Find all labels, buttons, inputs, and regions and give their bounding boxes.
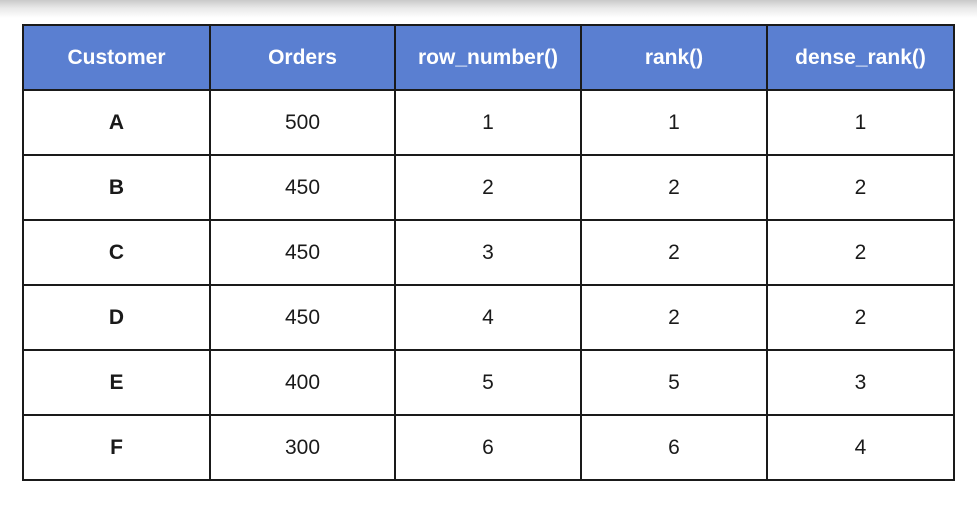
ranking-comparison-table: Customer Orders row_number() rank() dens… [22, 24, 955, 481]
cell-row-number: 2 [394, 154, 582, 221]
table-row: C 450 3 2 2 [22, 219, 955, 286]
cell-dense-rank: 2 [766, 154, 955, 221]
cell-orders: 450 [209, 219, 396, 286]
cell-orders: 450 [209, 154, 396, 221]
cell-row-number: 6 [394, 414, 582, 481]
cell-dense-rank: 3 [766, 349, 955, 416]
table-header-row: Customer Orders row_number() rank() dens… [22, 24, 955, 91]
cell-orders: 450 [209, 284, 396, 351]
table-row: A 500 1 1 1 [22, 89, 955, 156]
cell-rank: 2 [580, 284, 768, 351]
header-orders: Orders [209, 24, 396, 91]
table-row: E 400 5 5 3 [22, 349, 955, 416]
cell-customer: A [22, 89, 211, 156]
cell-dense-rank: 2 [766, 284, 955, 351]
cell-row-number: 3 [394, 219, 582, 286]
table-row: F 300 6 6 4 [22, 414, 955, 481]
cell-customer: B [22, 154, 211, 221]
cell-orders: 400 [209, 349, 396, 416]
cell-rank: 2 [580, 219, 768, 286]
cell-row-number: 4 [394, 284, 582, 351]
header-dense-rank: dense_rank() [766, 24, 955, 91]
cell-orders: 500 [209, 89, 396, 156]
cell-rank: 5 [580, 349, 768, 416]
cell-dense-rank: 1 [766, 89, 955, 156]
cell-customer: E [22, 349, 211, 416]
header-rank: rank() [580, 24, 768, 91]
header-row-number: row_number() [394, 24, 582, 91]
cell-customer: F [22, 414, 211, 481]
cell-row-number: 5 [394, 349, 582, 416]
cell-rank: 2 [580, 154, 768, 221]
cell-customer: D [22, 284, 211, 351]
cell-rank: 6 [580, 414, 768, 481]
header-customer: Customer [22, 24, 211, 91]
cell-rank: 1 [580, 89, 768, 156]
cell-dense-rank: 2 [766, 219, 955, 286]
table-row: B 450 2 2 2 [22, 154, 955, 221]
table-row: D 450 4 2 2 [22, 284, 955, 351]
cell-dense-rank: 4 [766, 414, 955, 481]
slide-page: Customer Orders row_number() rank() dens… [0, 0, 977, 508]
cell-customer: C [22, 219, 211, 286]
cell-row-number: 1 [394, 89, 582, 156]
top-shadow [0, 0, 977, 18]
cell-orders: 300 [209, 414, 396, 481]
